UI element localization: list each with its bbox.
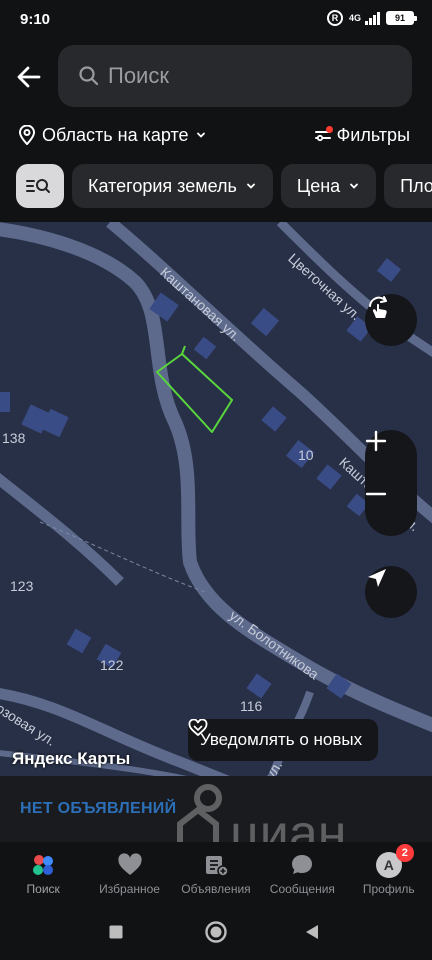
notify-new-button[interactable]: Уведомлять о новых [188,719,379,761]
recents-button[interactable] [104,920,128,944]
plus-icon [365,430,387,452]
no-listings-text: НЕТ ОБЪЯВЛЕНИЙ [20,800,177,817]
r-icon: R [326,10,343,26]
battery-icon: 91 [386,11,417,25]
house-number: 10 [298,447,314,463]
nav-favorites[interactable]: Избранное [86,842,172,904]
square-icon [109,925,123,939]
status-time: 9:10 [20,11,51,28]
nav-label: Избранное [99,882,160,896]
area-label: Область на карте [42,124,189,145]
bottom-navigation: Поиск Избранное Объявления Сообщения А 2 [0,842,432,904]
triangle-back-icon [306,925,318,939]
chat-icon [289,852,315,878]
avatar-letter: А [383,857,394,873]
my-location-button[interactable] [365,566,417,618]
search-input[interactable]: Поиск [58,45,412,107]
nav-listings[interactable]: Объявления [173,842,259,904]
zoom-out-button[interactable] [365,483,417,536]
chip-label: Цена [296,175,341,196]
chevron-down-icon [246,183,255,189]
dots-icon [30,852,56,878]
nav-label: Объявления [181,882,251,896]
list-view-toggle[interactable] [16,164,64,208]
house-number: 116 [240,698,263,714]
chip-land-category[interactable]: Категория земель [72,164,273,208]
notify-label: Уведомлять о новых [200,730,363,749]
filters-button[interactable]: Фильтры [314,122,410,148]
chip-area[interactable]: Пло [384,164,432,208]
map-view[interactable]: Цветочная ул. Каштановая ул. Каштановая … [0,222,432,776]
circle-icon [205,921,227,943]
signal-icon [365,11,380,25]
search-header: Поиск Область на карте Фильтры Категория… [0,40,432,222]
zoom-controls [365,430,417,536]
status-icons: R 4G 91 [326,10,417,26]
heart-bell-icon [188,719,208,737]
chip-label: Пло [400,175,432,196]
filters-active-dot [325,126,333,133]
filters-icon [314,126,333,143]
back-system-button[interactable] [300,920,324,944]
nav-messages[interactable]: Сообщения [259,842,345,904]
results-bar[interactable]: НЕТ ОБЪЯВЛЕНИЙ [0,776,432,842]
gesture-mode-button[interactable] [365,294,417,346]
navigation-arrow-icon [368,569,386,587]
yandex-maps-logo: Яндекс Карты [12,749,131,768]
house-number: 123 [10,578,34,594]
chevron-down-icon [196,132,205,138]
hand-rotate-icon [369,296,387,318]
nav-label: Сообщения [269,882,335,896]
chevron-down-icon [350,183,359,189]
nav-label: Профиль [362,882,415,896]
profile-icon: А 2 [375,844,414,878]
chip-price[interactable]: Цена [280,164,377,208]
minus-icon [365,492,387,496]
filter-chips: Категория земель Цена Пло [16,164,432,208]
arrow-left-icon [17,66,41,88]
listings-icon [203,852,229,878]
search-placeholder: Поиск [108,63,169,88]
filters-label: Фильтры [336,124,410,145]
nav-search[interactable]: Поиск [0,842,86,904]
notification-badge: 2 [395,844,414,862]
search-icon [79,66,99,86]
nav-label: Поиск [26,882,60,896]
location-pin-icon [18,125,36,145]
home-button[interactable] [204,920,228,944]
chip-label: Категория земель [88,175,237,196]
status-bar: 9:10 R 4G 91 [0,0,432,40]
network-type: 4G [348,12,361,23]
back-button[interactable] [14,62,44,92]
heart-icon [117,852,143,878]
avatar: А 2 [375,844,414,878]
house-number: 122 [100,657,124,673]
system-navigation-bar [0,904,432,960]
zoom-in-button[interactable] [365,430,417,483]
list-search-icon [26,179,50,193]
nav-profile[interactable]: А 2 Профиль [346,842,432,904]
house-number: 138 [2,430,26,446]
map-area-selector[interactable]: Область на карте [18,122,207,148]
